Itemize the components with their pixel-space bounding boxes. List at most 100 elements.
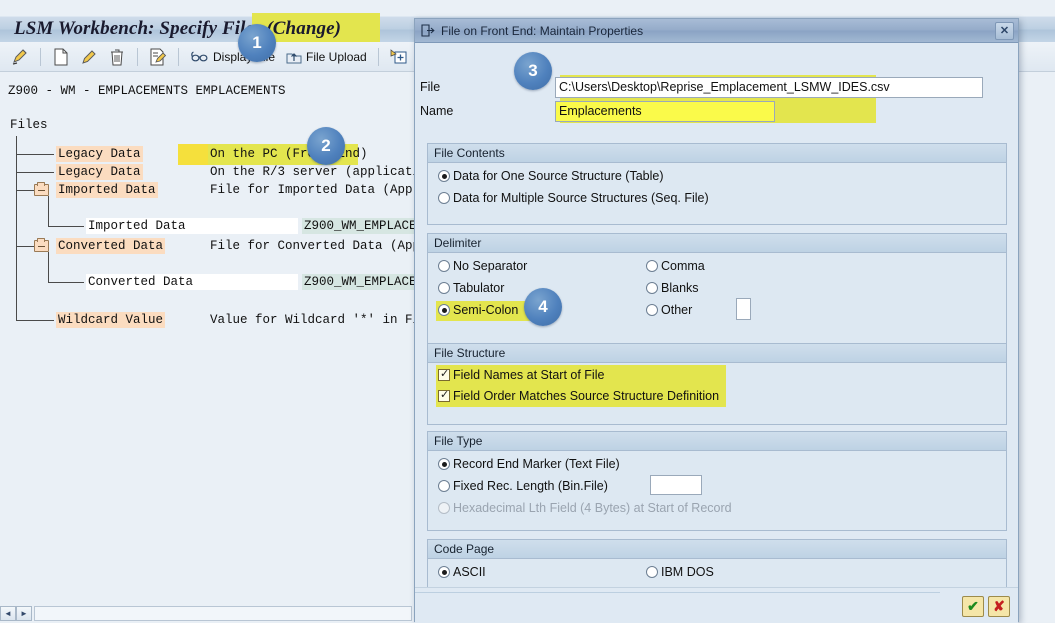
radio-indicator-ascii bbox=[438, 566, 450, 578]
tree-connector-3 bbox=[16, 190, 34, 191]
toolbar-separator bbox=[40, 47, 41, 66]
file-structure-group: File Structure Field Names at Start of F… bbox=[427, 343, 1007, 425]
checkbox-label-field-names: Field Names at Start of File bbox=[453, 368, 605, 382]
tree-node-value-5: File for Converted Data (Appli bbox=[210, 239, 420, 253]
tree-node-key-5[interactable]: Converted Data bbox=[56, 238, 166, 254]
scroll-right-arrow[interactable]: ► bbox=[16, 606, 32, 621]
radio-no-separator[interactable]: No Separator bbox=[438, 257, 527, 275]
radio-other[interactable]: Other bbox=[646, 301, 692, 319]
radio-one-source-structure[interactable]: Data for One Source Structure (Table) bbox=[438, 167, 664, 185]
radio-indicator-multiple-source bbox=[438, 192, 450, 204]
radio-label-multiple-source: Data for Multiple Source Structures (Seq… bbox=[453, 191, 709, 205]
confirm-button[interactable]: ✔ bbox=[962, 596, 984, 617]
dialog-body: File C:\Users\Desktop\Reprise_Emplacemen… bbox=[415, 43, 1018, 623]
radio-ascii[interactable]: ASCII bbox=[438, 563, 486, 581]
radio-record-end-marker[interactable]: Record End Marker (Text File) bbox=[438, 455, 620, 473]
tree-trunk-line bbox=[16, 136, 17, 321]
dialog-footer: ✔ ✘ bbox=[415, 587, 1018, 623]
toolbar-expand-all-button[interactable] bbox=[387, 45, 411, 69]
expand-all-icon bbox=[390, 48, 408, 65]
radio-label-ibm-dos: IBM DOS bbox=[661, 565, 714, 579]
file-contents-group: File Contents Data for One Source Struct… bbox=[427, 143, 1007, 225]
radio-tabulator[interactable]: Tabulator bbox=[438, 279, 504, 297]
upload-icon bbox=[285, 49, 303, 65]
radio-blanks[interactable]: Blanks bbox=[646, 279, 699, 297]
tree-node-key-7[interactable]: Wildcard Value bbox=[56, 312, 166, 328]
annotation-badge-3: 3 bbox=[514, 52, 552, 90]
radio-ibm-dos[interactable]: IBM DOS bbox=[646, 563, 714, 581]
radio-label-other: Other bbox=[661, 303, 693, 317]
file-contents-body: Data for One Source Structure (Table) Da… bbox=[428, 163, 1006, 223]
radio-label-one-source: Data for One Source Structure (Table) bbox=[453, 169, 664, 183]
tree-node-tech-4: Z900_WM_EMPLACEM bbox=[302, 218, 420, 234]
tree-node-tech-6: Z900_WM_EMPLACEM bbox=[302, 274, 420, 290]
checkbox-field-order-matches[interactable]: Field Order Matches Source Structure Def… bbox=[438, 387, 719, 405]
radio-comma[interactable]: Comma bbox=[646, 257, 705, 275]
radio-indicator-no-separator bbox=[438, 260, 450, 272]
dialog-titlebar: File on Front End: Maintain Properties ✕ bbox=[415, 19, 1018, 43]
radio-indicator-tabulator bbox=[438, 282, 450, 294]
file-structure-title: File Structure bbox=[428, 344, 1006, 363]
tree-node-key-1[interactable]: Legacy Data bbox=[56, 146, 143, 162]
delimiter-body: No Separator Tabulator Semi-Colon Comma … bbox=[428, 253, 1006, 349]
tree-node-key-3[interactable]: Imported Data bbox=[56, 182, 158, 198]
delimiter-group: Delimiter No Separator Tabulator Semi-Co… bbox=[427, 233, 1007, 351]
file-properties-dialog: File on Front End: Maintain Properties ✕… bbox=[414, 18, 1019, 623]
toolbar-edit-document-button[interactable] bbox=[146, 45, 170, 69]
code-page-title: Code Page bbox=[428, 540, 1006, 559]
delimiter-title: Delimiter bbox=[428, 234, 1006, 253]
scroll-left-arrow[interactable]: ◄ bbox=[0, 606, 16, 621]
file-contents-title: File Contents bbox=[428, 144, 1006, 163]
cancel-button[interactable]: ✘ bbox=[988, 596, 1010, 617]
file-type-group: File Type Record End Marker (Text File) … bbox=[427, 431, 1007, 531]
tree-connector-5 bbox=[16, 246, 34, 247]
radio-indicator-semi-colon bbox=[438, 304, 450, 316]
file-structure-body: Field Names at Start of File Field Order… bbox=[428, 363, 1006, 423]
radio-label-record-end-marker: Record End Marker (Text File) bbox=[453, 457, 620, 471]
scroll-track[interactable] bbox=[34, 606, 412, 621]
radio-label-blanks: Blanks bbox=[661, 281, 699, 295]
tree-node-value-7: Value for Wildcard '*' in File bbox=[210, 313, 420, 327]
radio-label-comma: Comma bbox=[661, 259, 705, 273]
radio-label-fixed-rec-length: Fixed Rec. Length (Bin.File) bbox=[453, 479, 608, 493]
close-icon[interactable]: ✕ bbox=[995, 21, 1014, 40]
tree-node-key-2[interactable]: Legacy Data bbox=[56, 164, 143, 180]
fixed-length-input[interactable] bbox=[650, 475, 702, 495]
toolbar-file-upload-button[interactable]: File Upload bbox=[282, 45, 370, 69]
toolbar-delete-button[interactable] bbox=[105, 45, 129, 69]
tree-connector-7 bbox=[16, 320, 54, 321]
radio-multiple-source-structures[interactable]: Data for Multiple Source Structures (Seq… bbox=[438, 189, 709, 207]
file-input[interactable]: C:\Users\Desktop\Reprise_Emplacement_LSM… bbox=[555, 76, 983, 98]
tree-node-value-2: On the R/3 server (application bbox=[210, 165, 420, 179]
new-document-icon bbox=[53, 48, 69, 66]
radio-semi-colon[interactable]: Semi-Colon bbox=[438, 301, 518, 319]
toolbar-file-upload-label: File Upload bbox=[306, 49, 367, 64]
radio-label-tabulator: Tabulator bbox=[453, 281, 505, 295]
radio-fixed-rec-length[interactable]: Fixed Rec. Length (Bin.File) bbox=[438, 477, 608, 495]
name-input[interactable]: Emplacements bbox=[555, 100, 775, 122]
folder-expanded-icon-converted[interactable] bbox=[34, 238, 49, 252]
file-field-row: File C:\Users\Desktop\Reprise_Emplacemen… bbox=[415, 76, 995, 98]
name-field-row: Name Emplacements bbox=[415, 100, 995, 122]
name-field-label: Name bbox=[420, 104, 454, 118]
page-title: LSM Workbench: Specify Files (Change) bbox=[14, 18, 342, 39]
folder-expanded-icon-imported[interactable] bbox=[34, 182, 49, 196]
horizontal-scrollbar[interactable]: ◄ ► bbox=[0, 605, 412, 622]
checkbox-indicator-field-order bbox=[438, 388, 450, 402]
tree-connector-1 bbox=[16, 154, 54, 155]
radio-indicator-fixed-rec-length bbox=[438, 480, 450, 492]
annotation-badge-1: 1 bbox=[238, 24, 276, 62]
file-type-title: File Type bbox=[428, 432, 1006, 451]
dialog-title: File on Front End: Maintain Properties bbox=[441, 23, 644, 38]
toolbar-edit-pencil-button[interactable] bbox=[77, 45, 101, 69]
radio-indicator-blanks bbox=[646, 282, 658, 294]
radio-label-hexadecimal: Hexadecimal Lth Field (4 Bytes) at Start… bbox=[453, 501, 732, 515]
pencil-write-icon bbox=[11, 48, 29, 66]
other-delimiter-input[interactable] bbox=[736, 298, 751, 320]
tree-node-key-4[interactable]: Imported Data bbox=[86, 218, 298, 234]
tree-row-highlight-gold bbox=[178, 144, 208, 165]
toolbar-new-document-button[interactable] bbox=[49, 45, 73, 69]
tree-node-key-6[interactable]: Converted Data bbox=[86, 274, 298, 290]
checkbox-field-names-at-start[interactable]: Field Names at Start of File bbox=[438, 366, 604, 384]
toolbar-pencil-write-button[interactable] bbox=[8, 45, 32, 69]
